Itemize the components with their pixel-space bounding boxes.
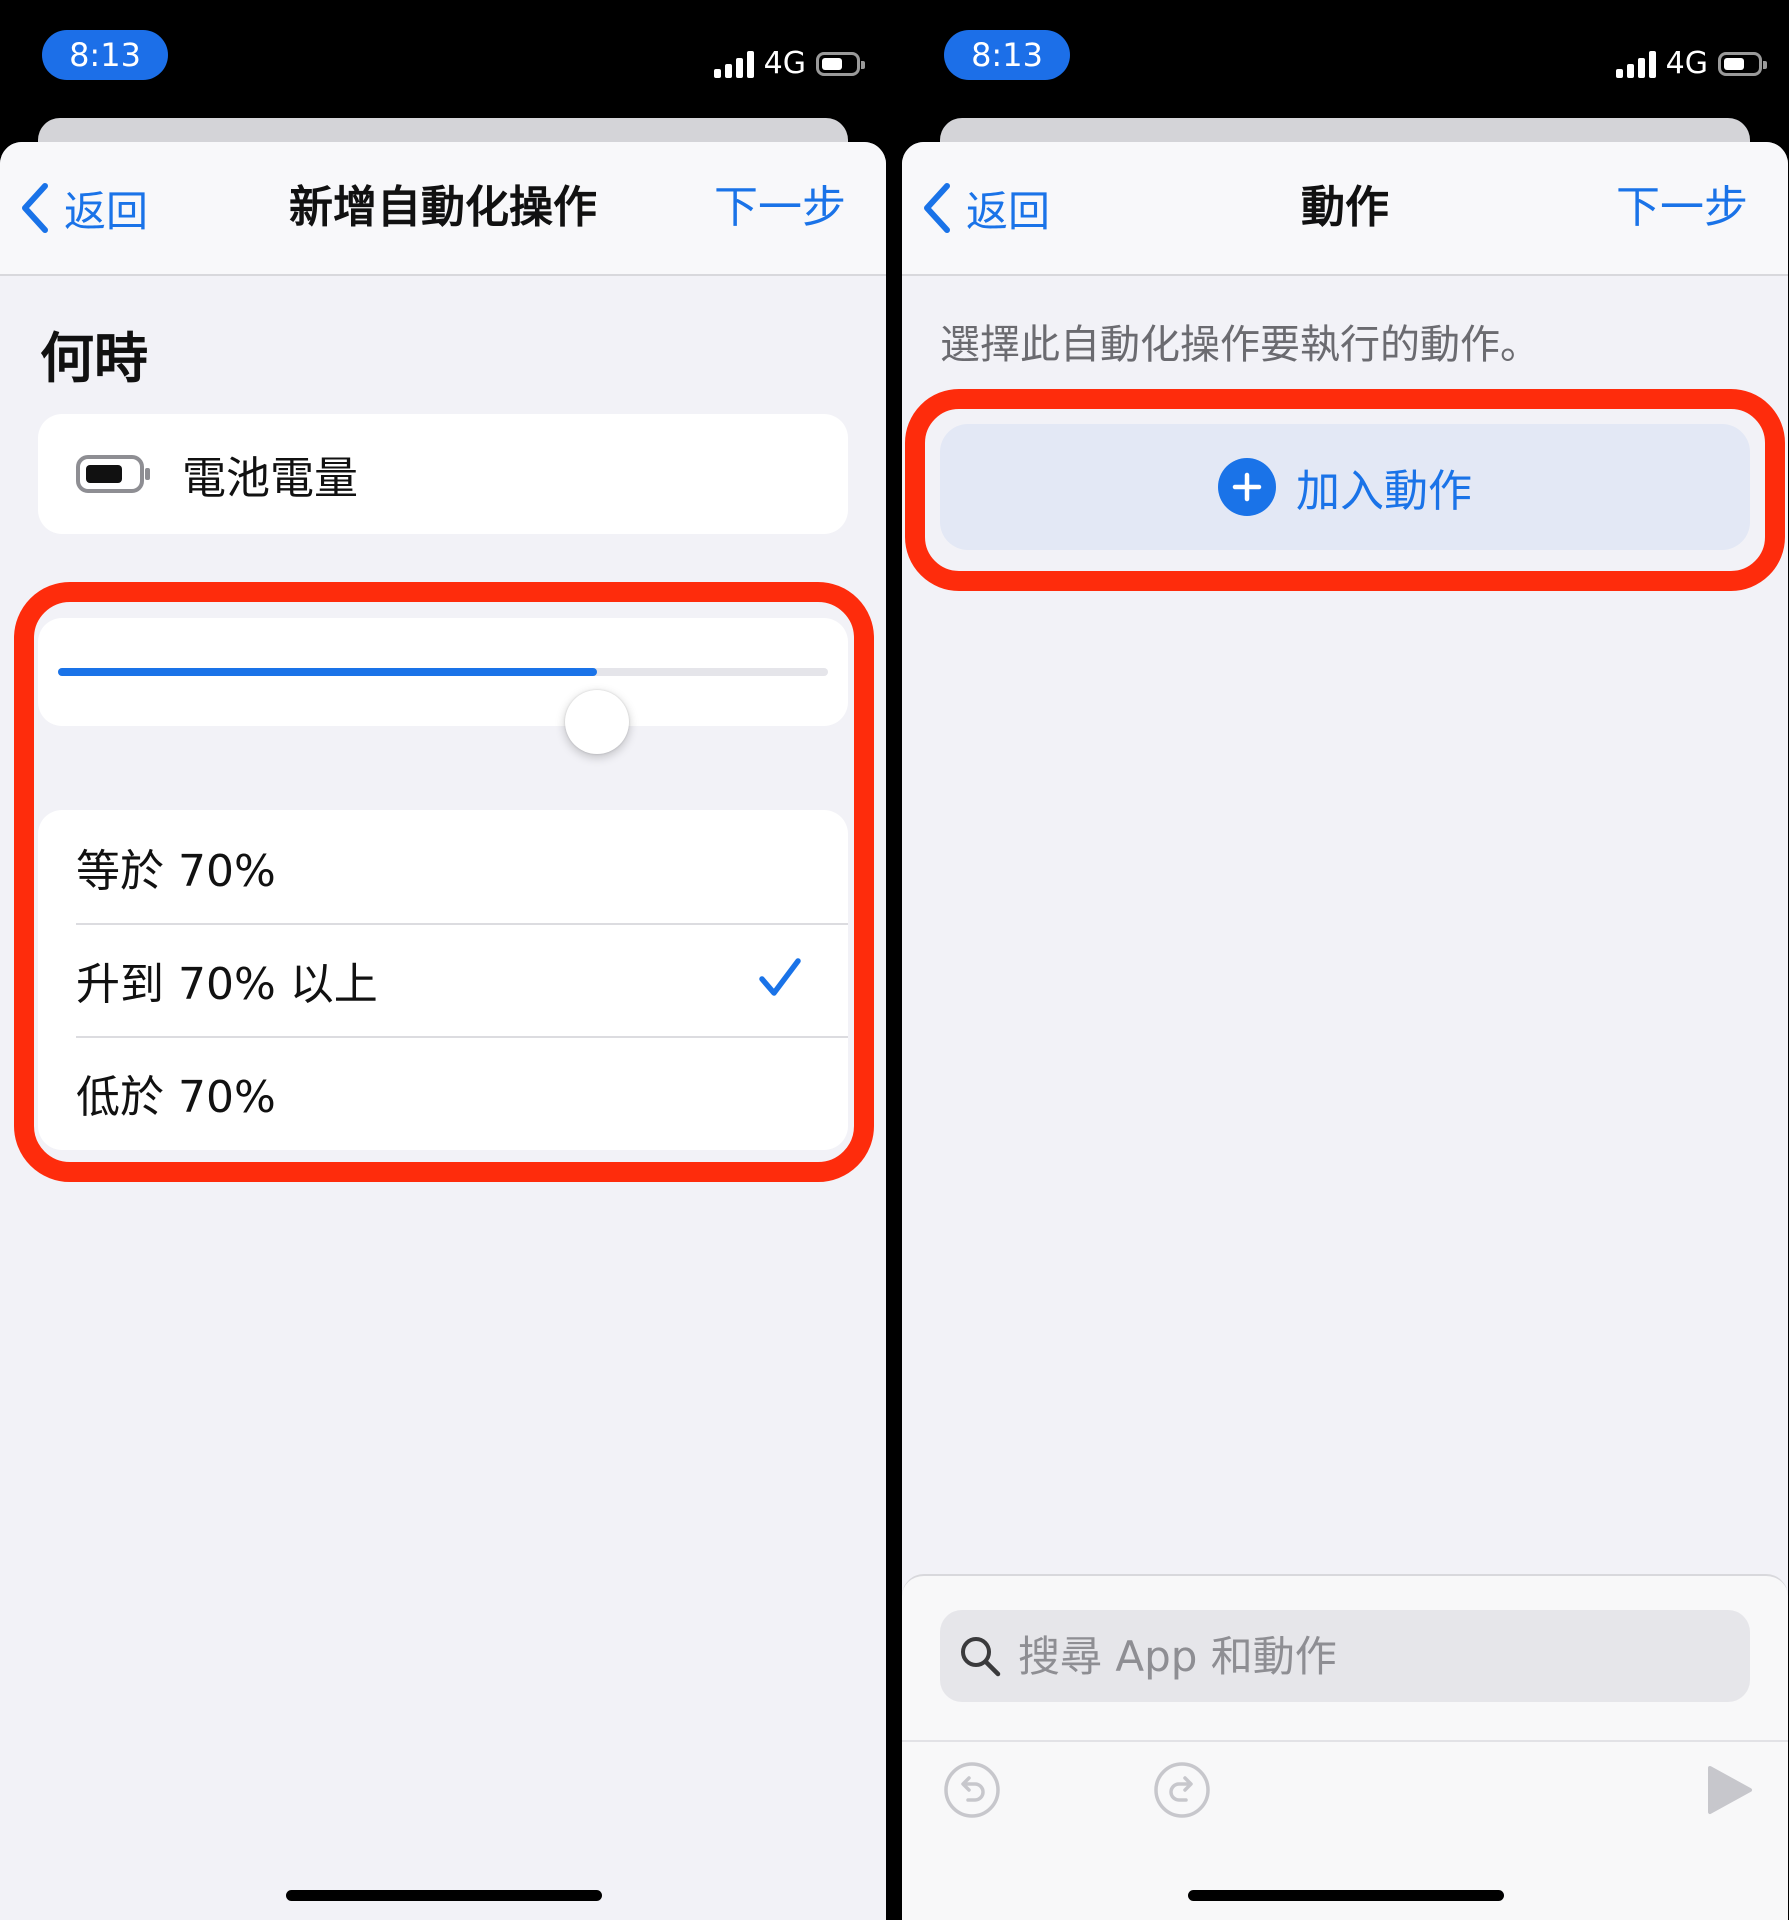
home-indicator [1188, 1890, 1504, 1901]
status-indicators: 4G [1615, 44, 1767, 84]
status-battery-icon [1718, 52, 1767, 76]
highlight-frame-condition [14, 582, 874, 1182]
play-icon[interactable] [1704, 1764, 1754, 1816]
back-button[interactable]: 返回 [922, 178, 1050, 238]
status-bar: 8:13 4G [0, 0, 886, 120]
search-bar[interactable] [940, 1610, 1750, 1702]
status-bar: 8:13 4G [902, 0, 1788, 120]
status-time[interactable]: 8:13 [944, 30, 1070, 80]
nav-bar: 返回 動作 下一步 [902, 142, 1788, 276]
left-screen: 8:13 4G 返回 新增自動化操作 下一步 何時 電池電量 等於 70% 升到… [0, 0, 886, 1920]
home-indicator [286, 1890, 602, 1901]
chevron-left-icon [924, 183, 950, 233]
nav-bar: 返回 新增自動化操作 下一步 [0, 142, 886, 276]
cellular-signal-icon [1615, 50, 1656, 78]
highlight-frame-add-action [905, 389, 1785, 591]
next-button[interactable]: 下一步 [714, 178, 846, 238]
network-type: 4G [763, 46, 806, 81]
chevron-left-icon [22, 183, 48, 233]
undo-icon[interactable] [942, 1760, 1002, 1820]
battery-icon [76, 455, 150, 493]
network-type: 4G [1665, 46, 1708, 81]
cellular-signal-icon [713, 50, 754, 78]
status-battery-icon [816, 52, 865, 76]
toolbar-divider [902, 1740, 1788, 1742]
next-button[interactable]: 下一步 [1616, 178, 1748, 238]
back-label: 返回 [64, 186, 149, 236]
status-indicators: 4G [713, 44, 865, 84]
search-input[interactable] [1016, 1630, 1720, 1682]
right-screen: 8:13 4G 返回 動作 下一步 選擇此自動化操作要執行的動作。 加入動作 搜… [902, 0, 1788, 1920]
trigger-label: 電池電量 [182, 453, 358, 504]
action-search-panel [902, 1574, 1788, 1920]
status-time[interactable]: 8:13 [42, 30, 168, 80]
section-title-when: 何時 [40, 327, 148, 390]
back-label: 返回 [966, 186, 1051, 236]
search-icon [961, 1637, 1001, 1677]
instruction-text: 選擇此自動化操作要執行的動作。 [940, 322, 1540, 368]
back-button[interactable]: 返回 [20, 178, 148, 238]
trigger-battery-level[interactable]: 電池電量 [38, 414, 848, 534]
redo-icon[interactable] [1152, 1760, 1212, 1820]
